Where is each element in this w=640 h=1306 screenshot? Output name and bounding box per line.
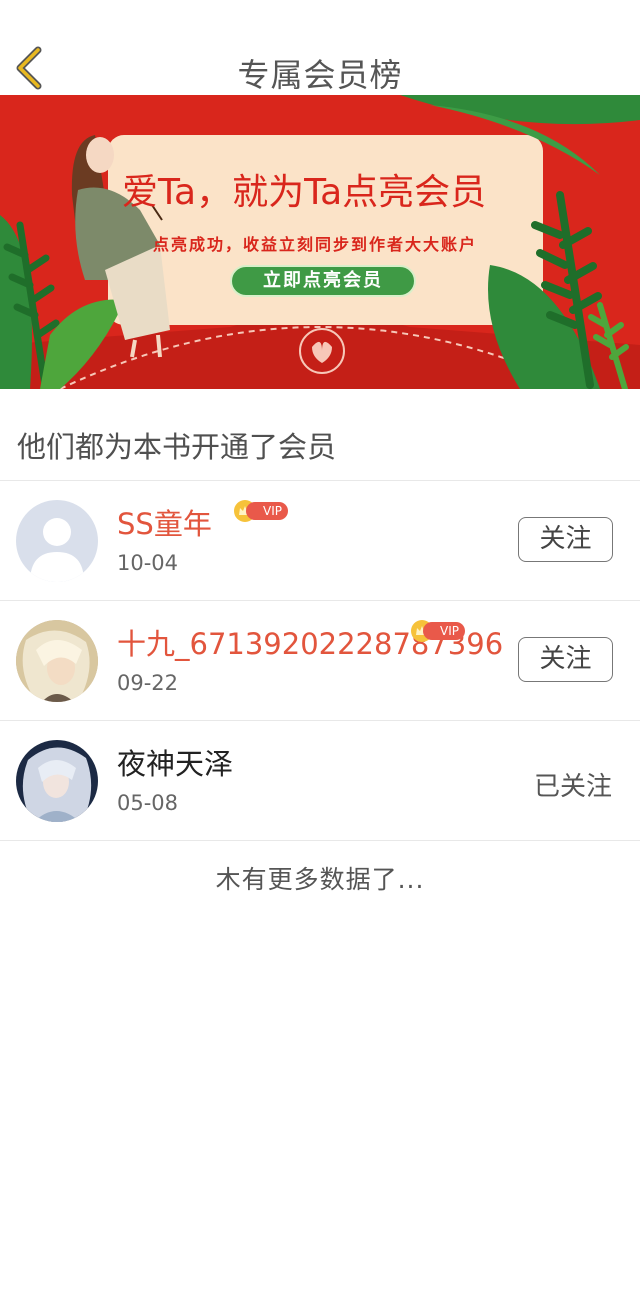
follow-button[interactable]: 关注 [518,517,613,562]
no-more-data-text: 木有更多数据了... [215,865,425,894]
vip-label: VIP [246,502,288,520]
avatar[interactable] [16,500,98,582]
banner-headline: 爱Ta，就为Ta点亮会员 [122,172,487,213]
vip-badge: VIP [411,620,465,642]
member-row[interactable]: 夜神天泽 05-08 已关注 [0,721,640,840]
avatar[interactable] [16,740,98,822]
member-row[interactable]: 十九_67139202228787396 VIP 09-22 关注 [0,601,640,720]
nav-bar: 专属会员榜 [0,0,640,95]
member-date: 09-22 [117,671,179,695]
vip-label: VIP [423,622,465,640]
user-avatar-image [16,620,98,702]
vip-badge: VIP [234,500,288,522]
member-name: SS童年 [117,507,212,541]
page-title: 专属会员榜 [237,56,403,94]
banner-subline: 点亮成功，收益立刻同步到作者大大账户 [153,235,478,254]
user-avatar-image [16,740,98,822]
light-up-vip-button[interactable]: 立即点亮会员 [230,265,416,297]
divider [0,840,640,841]
member-name: 夜神天泽 [117,747,234,781]
member-date: 10-04 [117,551,179,575]
followed-status[interactable]: 已关注 [534,766,612,803]
member-row[interactable]: SS童年 VIP 10-04 关注 [0,481,640,600]
follow-button[interactable]: 关注 [518,637,613,682]
promo-banner[interactable]: 爱Ta，就为Ta点亮会员 点亮成功，收益立刻同步到作者大大账户 立即点亮会员 [0,95,640,389]
default-avatar-icon [16,500,98,582]
avatar[interactable] [16,620,98,702]
section-title: 他们都为本书开通了会员 [17,430,337,464]
member-date: 05-08 [117,791,179,815]
